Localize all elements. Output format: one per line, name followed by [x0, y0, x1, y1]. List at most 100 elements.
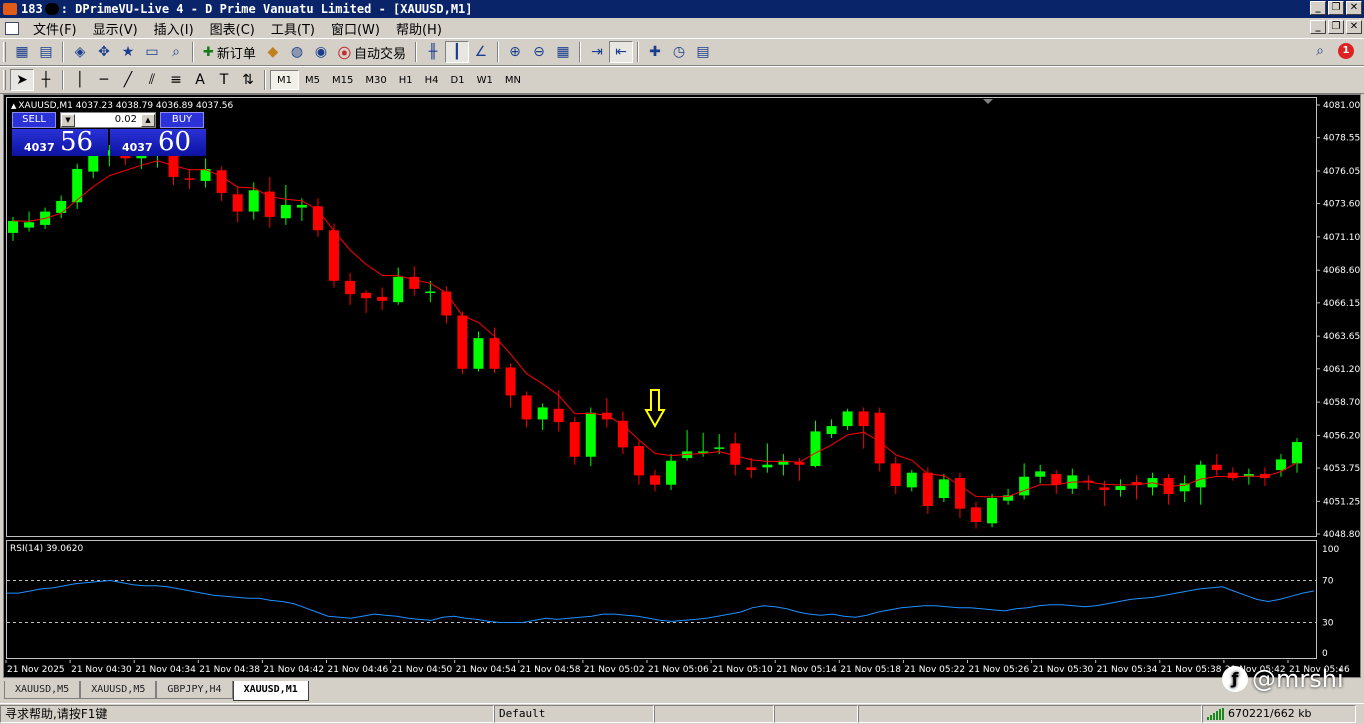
cursor-icon[interactable]: ➤: [10, 69, 34, 91]
x-tick-label: 21 Nov 05:18: [840, 665, 901, 675]
chart-window-icon[interactable]: [5, 21, 19, 35]
lot-size-input[interactable]: ▼ 0.02 ▲: [60, 112, 156, 128]
candle-body: [505, 367, 516, 396]
timeframe-w1[interactable]: W1: [471, 70, 499, 90]
notification-badge[interactable]: 1: [1338, 43, 1354, 59]
y-tick-label: 4078.55: [1323, 134, 1360, 144]
equidistant-channel-icon[interactable]: ⫽: [140, 69, 164, 91]
bar-chart-icon[interactable]: ╫: [421, 41, 445, 63]
minimize-button[interactable]: _: [1310, 1, 1326, 15]
menu-help[interactable]: 帮助(H): [388, 19, 450, 38]
child-minimize-button[interactable]: _: [1310, 20, 1326, 34]
timeframe-mn[interactable]: MN: [499, 70, 527, 90]
rsi-tick-label: 30: [1322, 619, 1334, 629]
fibonacci-icon[interactable]: ≡: [164, 69, 188, 91]
vertical-line-icon[interactable]: │: [68, 69, 92, 91]
x-tick-label: 21 Nov 05:34: [1097, 665, 1158, 675]
chart-shift-icon[interactable]: ⇤: [608, 41, 633, 63]
timeframe-m15[interactable]: M15: [326, 70, 359, 90]
text-icon[interactable]: A: [188, 69, 212, 91]
market-watch-icon[interactable]: ◈: [68, 41, 92, 63]
lot-increase-icon[interactable]: ▲: [141, 114, 155, 127]
trendline-icon[interactable]: ╱: [116, 69, 140, 91]
new-order-button[interactable]: ✚ 新订单: [198, 41, 261, 63]
toolbar-right: ⌕ 1: [1316, 43, 1354, 59]
buy-price-small: 4037: [122, 141, 153, 154]
buy-price[interactable]: 4037 60: [110, 127, 206, 157]
tab-xauusd-m5-2[interactable]: XAUUSD,M5: [80, 681, 157, 699]
strategy-tester-icon[interactable]: ⌕: [164, 41, 188, 63]
child-close-button[interactable]: ✕: [1346, 20, 1362, 34]
chart-window[interactable]: 4081.00 4078.55 4076.05 4073.60 4071.10 4068.…: [3, 94, 1361, 678]
timeframe-m5[interactable]: M5: [299, 70, 326, 90]
metaeditor-icon[interactable]: ◆: [261, 41, 285, 63]
tab-xauusd-m5-1[interactable]: XAUUSD,M5: [4, 681, 81, 699]
candle-body: [714, 447, 725, 449]
data-window-icon[interactable]: ✥: [92, 41, 116, 63]
zoom-in-icon[interactable]: ⊕: [503, 41, 527, 63]
menu-insert[interactable]: 插入(I): [146, 19, 202, 38]
rsi-indicator-area[interactable]: 100 70 30 0 RSI(14) 39.0620: [6, 540, 1339, 659]
crosshair-icon[interactable]: ┼: [34, 69, 58, 91]
restore-button[interactable]: ❐: [1328, 1, 1344, 15]
text-label-icon[interactable]: T: [212, 69, 236, 91]
price-chart-area[interactable]: 4081.00 4078.55 4076.05 4073.60 4071.10 4068.…: [6, 97, 1360, 538]
lot-decrease-icon[interactable]: ▼: [61, 114, 75, 127]
rsi-chart-svg[interactable]: 100 70 30 0: [7, 541, 1361, 660]
zoom-out-icon[interactable]: ⊖: [527, 41, 551, 63]
status-connection[interactable]: 670221/662 kb: [1202, 705, 1356, 723]
menu-view[interactable]: 显示(V): [85, 19, 146, 38]
candle-body: [489, 338, 500, 369]
horizontal-line-icon[interactable]: ─: [92, 69, 116, 91]
menu-window[interactable]: 窗口(W): [323, 19, 388, 38]
timeframe-h4[interactable]: H4: [419, 70, 445, 90]
indicators-icon[interactable]: ✚: [643, 41, 667, 63]
navigator-icon[interactable]: ★: [116, 41, 140, 63]
timeframe-m30[interactable]: M30: [359, 70, 392, 90]
community-icon[interactable]: ◉: [309, 41, 333, 63]
tile-windows-icon[interactable]: ▦: [551, 41, 575, 63]
candle-body: [1275, 459, 1286, 471]
price-chart-svg[interactable]: 4081.00 4078.55 4076.05 4073.60 4071.10 4068.…: [7, 98, 1361, 538]
sell-price[interactable]: 4037 56: [12, 127, 108, 157]
toolbar-separator: [62, 42, 64, 62]
line-chart-icon[interactable]: ∠: [469, 41, 493, 63]
tab-gbpjpy-h4[interactable]: GBPJPY,H4: [156, 681, 233, 699]
sell-button[interactable]: SELL: [12, 112, 56, 128]
signals-icon[interactable]: ◍: [285, 41, 309, 63]
child-restore-button[interactable]: ❐: [1328, 20, 1344, 34]
tab-xauusd-m1[interactable]: XAUUSD,M1: [232, 681, 309, 701]
y-tick-label: 4063.65: [1323, 332, 1360, 342]
arrows-icon[interactable]: ⇅: [236, 69, 260, 91]
x-tick-label: 21 Nov 2025: [7, 665, 65, 675]
timeframe-h1[interactable]: H1: [393, 70, 419, 90]
line-studies-toolbar: ➤ ┼ │ ─ ╱ ⫽ ≡ A T ⇅ M1 M5 M15 M30 H1 H4 …: [0, 66, 1364, 94]
terminal-icon[interactable]: ▭: [140, 41, 164, 63]
auto-scroll-icon[interactable]: ⇥: [585, 41, 609, 63]
new-order-label: 新订单: [216, 46, 256, 62]
candle-body: [24, 222, 35, 228]
menu-charts[interactable]: 图表(C): [202, 19, 263, 38]
menu-tools[interactable]: 工具(T): [263, 19, 323, 38]
timeframe-m1[interactable]: M1: [270, 70, 299, 90]
menu-file[interactable]: 文件(F): [25, 19, 85, 38]
window-controls: _ ❐ ✕: [1310, 1, 1362, 15]
collapse-triangle-icon[interactable]: ▲: [11, 102, 16, 110]
search-icon[interactable]: ⌕: [1316, 43, 1324, 59]
periods-icon[interactable]: ◷: [667, 41, 691, 63]
candle-body: [1292, 442, 1302, 464]
candlestick-chart-icon[interactable]: ┃: [444, 41, 469, 63]
rsi-tick-label: 100: [1322, 545, 1339, 555]
toolbar-separator: [264, 70, 266, 90]
new-chart-icon[interactable]: ▦: [10, 41, 34, 63]
profiles-icon[interactable]: ▤: [34, 41, 58, 63]
timeframe-d1[interactable]: D1: [445, 70, 471, 90]
close-button[interactable]: ✕: [1346, 1, 1362, 15]
buy-button[interactable]: BUY: [160, 112, 204, 128]
templates-icon[interactable]: ▤: [691, 41, 715, 63]
x-tick-label: 21 Nov 05:02: [584, 665, 645, 675]
y-tick-label: 4061.20: [1323, 365, 1360, 375]
toolbar-grip[interactable]: [3, 42, 6, 62]
autotrading-button[interactable]: ⦿ 自动交易: [333, 41, 411, 63]
toolbar-grip[interactable]: [3, 70, 6, 90]
